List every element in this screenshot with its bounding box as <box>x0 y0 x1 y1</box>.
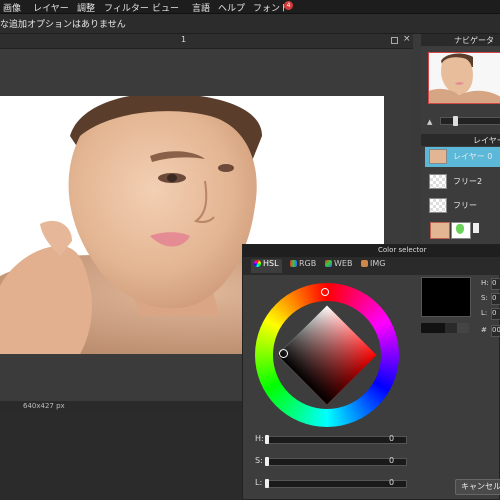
bookmark-icon[interactable] <box>473 223 479 233</box>
lightness-slider-thumb[interactable] <box>265 479 269 488</box>
navigator-preview-image <box>429 53 500 103</box>
slider-h-value: 0 <box>389 434 395 443</box>
zoom-slider[interactable] <box>440 116 500 126</box>
menu-adjust[interactable]: 調整 <box>77 1 95 14</box>
zoom-out-icon[interactable]: ▲ <box>427 118 432 126</box>
recent-colors-strip[interactable] <box>421 323 469 333</box>
hue-slider[interactable] <box>265 435 407 444</box>
menu-bar: 画像 レイヤー 調整 フィルター ビュー 言語 ヘルプ フォント 4 <box>0 0 500 14</box>
layer-name: フリー2 <box>453 177 483 186</box>
hue-slider-thumb[interactable] <box>265 435 269 444</box>
slider-s-value: 0 <box>389 456 395 465</box>
web-icon <box>325 260 332 267</box>
menu-image[interactable]: 画像 <box>3 1 21 14</box>
navigator-header[interactable]: ナビゲータ <box>421 34 500 46</box>
sl-handle[interactable] <box>279 349 288 358</box>
layer-thumbnail <box>429 149 447 164</box>
layer-thumbnail <box>429 198 447 213</box>
field-l-input[interactable]: 0 <box>491 308 500 320</box>
hex-label: # <box>481 326 487 334</box>
color-preview <box>421 277 471 317</box>
mask-shape-icon <box>456 224 464 234</box>
layer-row-0[interactable]: レイヤー 0 <box>425 147 500 167</box>
color-selector-dialog: Color selector HSL RGB WEB IMG H: 0 S: 0… <box>242 244 500 500</box>
close-icon[interactable]: × <box>403 35 411 44</box>
layers-header[interactable]: レイヤー <box>421 134 500 146</box>
font-badge: 4 <box>284 1 293 10</box>
color-selector-title: Color selector <box>378 246 427 254</box>
zoom-slider-thumb[interactable] <box>453 116 458 126</box>
tab-hsl[interactable]: HSL <box>251 259 282 273</box>
img-icon <box>361 260 368 267</box>
saturation-slider-thumb[interactable] <box>265 457 269 466</box>
layer-mask-thumb[interactable] <box>451 222 471 239</box>
layer-thumbnail <box>429 174 447 189</box>
restore-icon[interactable] <box>391 37 398 44</box>
color-mode-tabs: HSL RGB WEB IMG <box>243 257 500 275</box>
field-s-label: S: <box>481 294 488 302</box>
cancel-button[interactable]: キャンセル <box>455 479 500 495</box>
options-text: な追加オプションはありません <box>0 20 126 30</box>
tab-rgb[interactable]: RGB <box>290 259 316 273</box>
menu-view[interactable]: ビュー <box>152 1 179 14</box>
field-l-label: L: <box>481 309 488 317</box>
hue-handle[interactable] <box>321 288 329 296</box>
navigator-thumbnail[interactable] <box>428 52 500 104</box>
layer-color-thumb[interactable] <box>430 222 450 239</box>
slider-h-label: H: <box>255 434 264 443</box>
layer-name: レイヤー 0 <box>453 152 493 161</box>
hsl-icon <box>254 260 261 267</box>
menu-layer[interactable]: レイヤー <box>33 1 69 14</box>
lightness-slider[interactable] <box>265 479 407 488</box>
layer-name: フリー <box>453 201 477 210</box>
options-bar: な追加オプションはありません <box>0 14 500 34</box>
menu-filter[interactable]: フィルター <box>104 1 149 14</box>
slider-l-label: L: <box>255 478 263 487</box>
document-title: 1 <box>181 35 187 44</box>
document-titlebar[interactable]: 1 × <box>0 34 413 49</box>
navigator-title: ナビゲータ <box>454 36 494 45</box>
hex-input[interactable]: 00 <box>491 325 500 337</box>
menu-language[interactable]: 言語 <box>192 1 210 14</box>
rgb-icon <box>290 260 297 267</box>
saturation-slider[interactable] <box>265 457 407 466</box>
image-size-label: 640x427 px <box>23 402 65 410</box>
menu-help[interactable]: ヘルプ <box>218 1 245 14</box>
tab-web[interactable]: WEB <box>325 259 352 273</box>
layer-row-1[interactable]: フリー2 <box>425 172 500 192</box>
layer-row-2[interactable]: フリー <box>425 196 500 216</box>
tab-img[interactable]: IMG <box>361 259 385 273</box>
slider-l-value: 0 <box>389 478 395 487</box>
color-selector-titlebar[interactable]: Color selector <box>243 245 500 257</box>
field-h-label: H: <box>481 279 489 287</box>
slider-s-label: S: <box>255 456 263 465</box>
field-s-input[interactable]: 0 <box>491 293 500 305</box>
layers-title: レイヤー <box>473 136 500 145</box>
layers-panel: レイヤー レイヤー 0 フリー2 フリー <box>421 134 500 244</box>
field-h-input[interactable]: 0 <box>491 278 500 290</box>
